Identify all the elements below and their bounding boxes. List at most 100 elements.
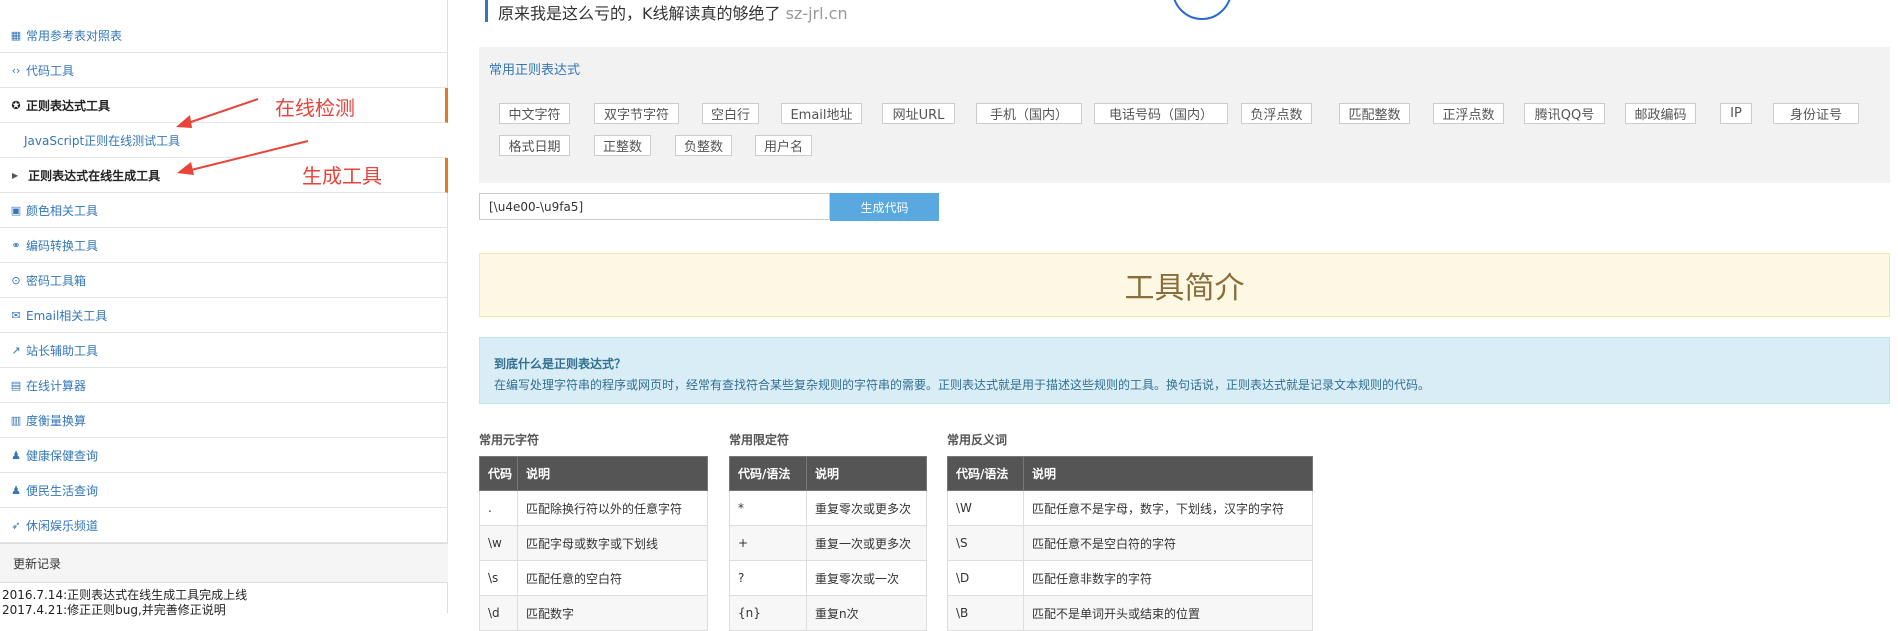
sidebar-item-label: 休闲娱乐频道: [26, 518, 99, 533]
panel-title: 常用正则表达式: [489, 63, 581, 78]
sidebar-item-encoding-tools[interactable]: ⚭ 编码转换工具: [0, 228, 448, 263]
table-cell: 重复零次或更多次: [806, 490, 927, 526]
ad-banner-url: sz-jrl.cn: [785, 4, 848, 23]
sidebar-item-label: 常用参考表对照表: [26, 28, 123, 43]
table-cell: \W: [947, 490, 1024, 526]
sidebar-item-unit-conversion[interactable]: ▥ 度衡量换算: [0, 403, 448, 438]
annotation-generator: 生成工具: [302, 164, 382, 188]
code-icon: ‹›: [11, 63, 21, 77]
table-icon: ▦: [10, 28, 22, 42]
sidebar-item-online-calculator[interactable]: ▤ 在线计算器: [0, 368, 448, 403]
antonym-table-title: 常用反义词: [947, 433, 1008, 447]
sidebar-item-label: 颜色相关工具: [26, 203, 99, 218]
chip-username[interactable]: 用户名: [755, 135, 812, 156]
ad-banner[interactable]: 原来我是这么亏的，K线解读真的够绝了 sz-jrl.cn: [485, 0, 848, 23]
regex-info-box: 到底什么是正则表达式？ 在编写处理字符串的程序或网页时，经常有查找符合某些复杂规…: [479, 337, 1890, 404]
table-row: \S 匹配任意不是空白符的字符: [947, 525, 1313, 561]
table-row: \s 匹配任意的空白符: [479, 560, 708, 596]
convert-icon: ⚭: [11, 238, 21, 252]
table-cell: +: [729, 525, 807, 561]
table-row: \D 匹配任意非数字的字符: [947, 560, 1313, 596]
table-row: \W 匹配任意不是字母，数字，下划线，汉字的字符: [947, 490, 1313, 526]
chip-phone[interactable]: 电话号码（国内）: [1094, 103, 1228, 124]
chip-positive-float[interactable]: 正浮点数: [1433, 103, 1504, 124]
table-row: \w 匹配字母或数字或下划线: [479, 525, 708, 561]
game-icon: ➶: [11, 518, 21, 532]
sidebar-item-regex-tools[interactable]: ✪ 正则表达式工具: [0, 88, 448, 123]
tool-intro-title: 工具简介: [479, 253, 1890, 317]
chip-id-card[interactable]: 身份证号: [1773, 103, 1859, 124]
table-header: 说明: [806, 456, 927, 491]
table-cell: {n}: [729, 595, 807, 631]
ad-banner-text: 原来我是这么亏的，K线解读真的够绝了: [498, 4, 781, 23]
sidebar-item-label: Email相关工具: [26, 308, 108, 323]
sidebar-item-health-query[interactable]: ♟ 健康保健查询: [0, 438, 448, 473]
caret-right-icon: ▶: [12, 170, 19, 180]
table-cell: *: [729, 490, 807, 526]
table-cell: \d: [479, 595, 518, 631]
chip-blank-line[interactable]: 空白行: [702, 103, 759, 124]
sidebar-item-email-tools[interactable]: ✉ Email相关工具: [0, 298, 448, 333]
chip-negative-float[interactable]: 负浮点数: [1241, 103, 1312, 124]
chip-chinese-chars[interactable]: 中文字符: [499, 103, 570, 124]
sidebar-item-entertainment[interactable]: ➶ 休闲娱乐频道: [0, 508, 448, 543]
sidebar-item-password-tools[interactable]: ⊙ 密码工具箱: [0, 263, 448, 298]
chip-mobile[interactable]: 手机（国内）: [976, 103, 1082, 124]
chip-ip[interactable]: IP: [1720, 103, 1752, 124]
table-row: {n} 重复n次: [729, 595, 927, 631]
email-icon: ✉: [11, 308, 21, 322]
table-row: . 匹配除换行符以外的任意字符: [479, 490, 708, 526]
table-cell: 重复n次: [806, 595, 927, 631]
check-circle-icon: [1172, 0, 1232, 20]
sidebar-item-label: 度衡量换算: [26, 413, 87, 428]
health-icon: ♟: [11, 448, 21, 462]
common-regex-panel: 常用正则表达式 中文字符 双字节字符 空白行 Email地址 网址URL 手机（…: [479, 47, 1890, 183]
update-log-header: 更新记录: [0, 543, 448, 583]
table-cell: 匹配数字: [517, 595, 708, 631]
table-header: 说明: [517, 456, 708, 491]
chip-url[interactable]: 网址URL: [882, 103, 955, 124]
table-cell: ?: [729, 560, 807, 596]
sidebar-item-label: 正则表达式工具: [26, 98, 111, 113]
palette-icon: ▣: [10, 203, 22, 217]
chip-date-format[interactable]: 格式日期: [499, 135, 570, 156]
table-cell: \s: [479, 560, 518, 596]
table-cell: 匹配任意不是字母，数字，下划线，汉字的字符: [1023, 490, 1313, 526]
quantifier-table: 代码/语法 说明 * 重复零次或更多次 + 重复一次或更多次 ? 重复零次或一次 {n}…: [729, 456, 927, 631]
sidebar-item-color-tools[interactable]: ▣ 颜色相关工具: [0, 193, 448, 228]
annotation-online-check: 在线检测: [275, 96, 355, 120]
sidebar-subitem-label: 正则表达式在线生成工具: [28, 168, 161, 183]
measure-icon: ▥: [10, 413, 22, 427]
sidebar-item-reference-tables[interactable]: ▦ 常用参考表对照表: [0, 18, 448, 53]
chip-integer[interactable]: 匹配整数: [1339, 103, 1410, 124]
table-cell: \S: [947, 525, 1024, 561]
table-cell: 匹配任意非数字的字符: [1023, 560, 1313, 596]
sidebar-item-label: 在线计算器: [26, 378, 87, 393]
table-row: \d 匹配数字: [479, 595, 708, 631]
table-cell: 匹配不是单词开头或结束的位置: [1023, 595, 1313, 631]
sidebar-item-code-tools[interactable]: ‹› 代码工具: [0, 53, 448, 88]
table-cell: 重复零次或一次: [806, 560, 927, 596]
antonym-table: 代码/语法 说明 \W 匹配任意不是字母，数字，下划线，汉字的字符 \S 匹配任意不是…: [947, 456, 1313, 631]
table-header: 代码: [479, 456, 518, 491]
metachar-table: 代码 说明 . 匹配除换行符以外的任意字符 \w 匹配字母或数字或下划线 \s 匹配任意…: [479, 456, 708, 631]
table-row: \B 匹配不是单词开头或结束的位置: [947, 595, 1313, 631]
password-icon: ⊙: [11, 273, 21, 287]
chip-email[interactable]: Email地址: [781, 103, 862, 124]
table-cell: 匹配字母或数字或下划线: [517, 525, 708, 561]
sidebar-item-life-query[interactable]: ♟ 便民生活查询: [0, 473, 448, 508]
chip-postcode[interactable]: 邮政编码: [1625, 103, 1696, 124]
table-header: 代码/语法: [729, 456, 807, 491]
sidebar-subitem-js-regex-tester[interactable]: JavaScript正则在线测试工具: [0, 123, 448, 158]
regex-input[interactable]: [\u4e00-\u9fa5]: [479, 193, 830, 220]
table-header: 代码/语法: [947, 456, 1024, 491]
chip-negative-int[interactable]: 负整数: [675, 135, 732, 156]
generate-code-button[interactable]: 生成代码: [830, 193, 939, 221]
table-row: * 重复零次或更多次: [729, 490, 927, 526]
table-cell: .: [479, 490, 518, 526]
table-cell: \B: [947, 595, 1024, 631]
chip-double-byte[interactable]: 双字节字符: [594, 103, 679, 124]
chip-qq[interactable]: 腾讯QQ号: [1524, 103, 1605, 124]
chip-positive-int[interactable]: 正整数: [594, 135, 651, 156]
sidebar-item-webmaster-tools[interactable]: ↗ 站长辅助工具: [0, 333, 448, 368]
